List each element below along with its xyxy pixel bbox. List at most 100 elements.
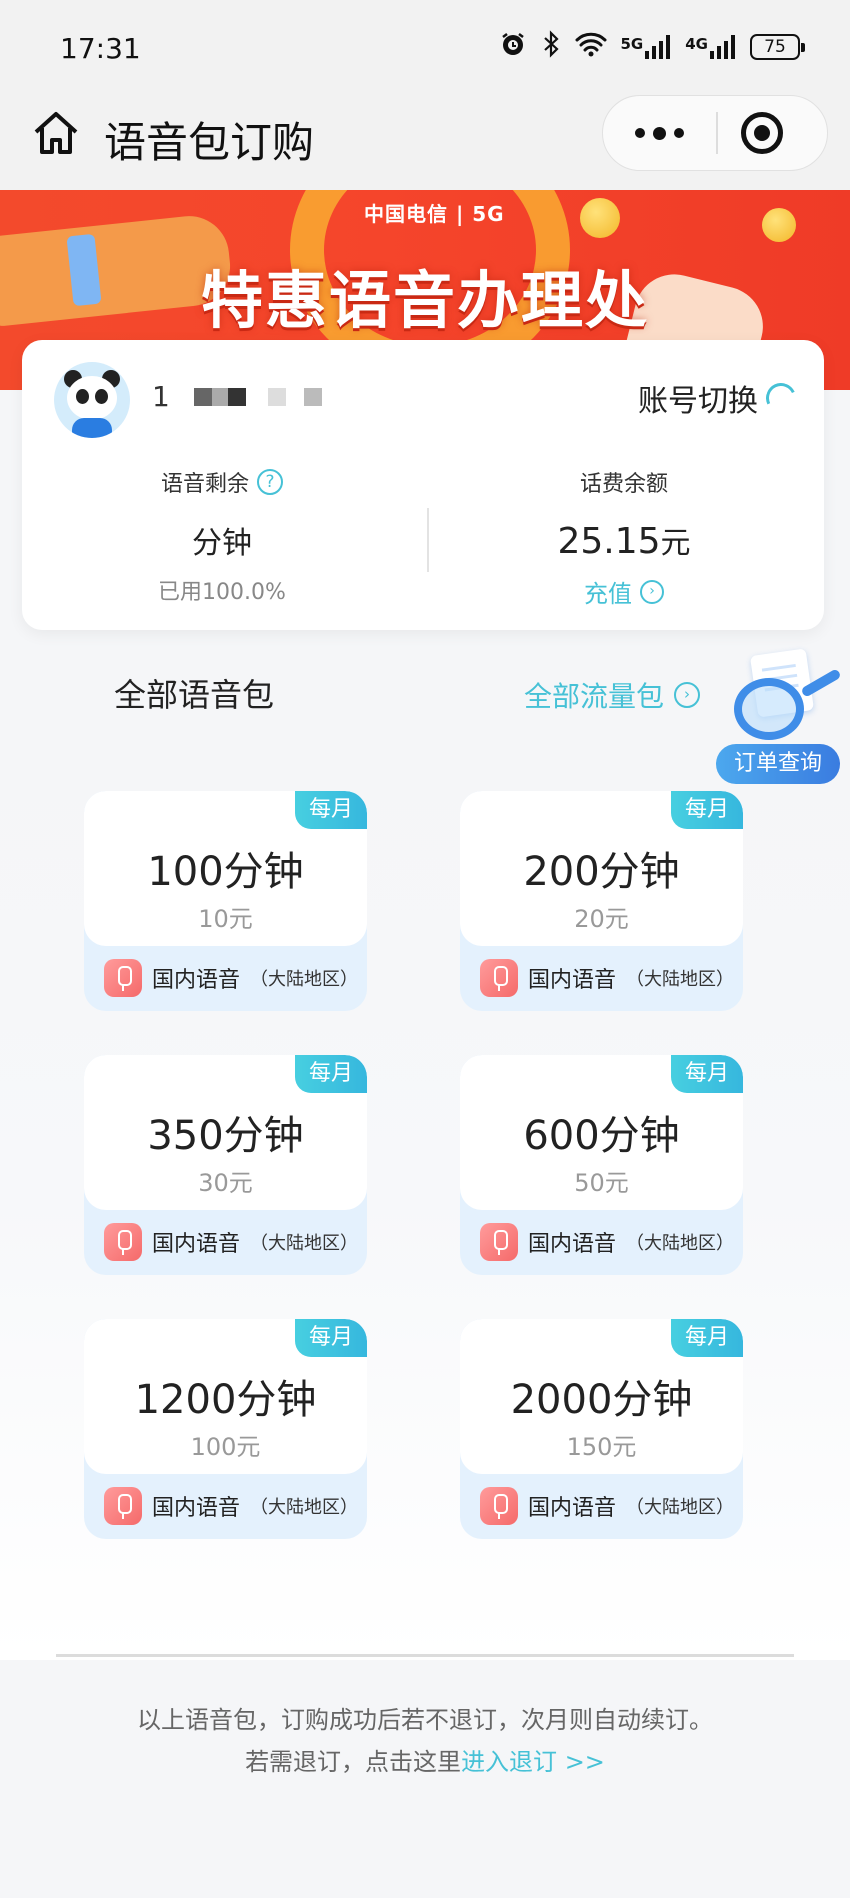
battery-level: 75 xyxy=(764,37,786,57)
microphone-icon xyxy=(104,1487,142,1525)
unsubscribe-prefix: 若需退订，点击这里 xyxy=(245,1748,462,1776)
package-minutes: 600分钟 xyxy=(523,1113,680,1159)
package-region: （大陆地区） xyxy=(250,1233,359,1254)
status-bar: 17:31 5G 4G 75 xyxy=(0,0,850,95)
avatar xyxy=(54,362,130,438)
magnifier-icon xyxy=(734,678,804,740)
voice-remaining-label-row: 语音剩余 ? xyxy=(161,466,283,498)
order-query-button[interactable]: 订单查询 xyxy=(716,648,846,784)
package-minutes: 2000分钟 xyxy=(510,1377,693,1423)
chevron-right-icon: › xyxy=(674,682,701,708)
package-foot: 国内语音 （大陆地区） xyxy=(104,958,358,998)
monthly-badge: 每月 xyxy=(671,1055,743,1093)
all-data-packages-link[interactable]: 全部流量包 › xyxy=(524,675,701,715)
switch-account-label: 账号切换 xyxy=(638,384,758,419)
banner-title: 特惠语音办理处 xyxy=(200,264,649,337)
balance-unit: 元 xyxy=(660,526,691,561)
voice-remaining-label: 语音剩余 xyxy=(160,472,249,497)
package-foot: 国内语音 （大陆地区） xyxy=(104,1222,358,1262)
panda-body xyxy=(72,418,112,438)
auto-renew-notice: 以上语音包，订购成功后若不退订，次月则自动续订。 xyxy=(137,1706,713,1734)
dot-icon xyxy=(635,128,645,138)
package-card[interactable]: 2000分钟 150元 每月 国内语音 （大陆地区） xyxy=(460,1319,743,1539)
voice-remaining-value: 分钟 xyxy=(192,526,252,561)
chevron-right-icon: › xyxy=(640,579,664,604)
dot-icon xyxy=(674,128,684,138)
package-price: 20元 xyxy=(574,905,629,933)
mini-program-capsule xyxy=(602,95,828,171)
monthly-badge: 每月 xyxy=(295,1055,367,1093)
package-price: 30元 xyxy=(198,1169,253,1197)
microphone-icon xyxy=(480,1487,518,1525)
page-title: 语音包订购 xyxy=(104,118,315,167)
balance-value: 25.15元 xyxy=(424,518,824,562)
coin-decoration xyxy=(762,208,796,242)
home-icon[interactable] xyxy=(30,108,82,160)
recharge-link[interactable]: 充值 › xyxy=(584,574,664,609)
recharge-label: 充值 xyxy=(584,580,632,608)
package-type: 国内语音 xyxy=(528,1232,617,1257)
switch-account-button[interactable]: 账号切换 xyxy=(638,376,801,420)
battery-icon: 75 xyxy=(750,34,805,60)
voice-used-percent: 已用100.0% xyxy=(158,580,286,605)
package-type: 国内语音 xyxy=(528,1496,617,1521)
microphone-icon xyxy=(480,959,518,997)
balance-label: 话费余额 xyxy=(579,472,668,497)
refresh-icon xyxy=(761,378,801,418)
package-card[interactable]: 600分钟 50元 每月 国内语音 （大陆地区） xyxy=(460,1055,743,1275)
package-minutes: 1200分钟 xyxy=(134,1377,317,1423)
close-mini-program-button[interactable] xyxy=(741,112,783,154)
monthly-badge: 每月 xyxy=(295,1319,367,1357)
package-region: （大陆地区） xyxy=(626,1233,735,1254)
coin-decoration xyxy=(580,198,620,238)
5g-signal-icon: 5G xyxy=(621,35,672,59)
nav-bar: 语音包订购 xyxy=(0,95,850,190)
masked-phone-digits xyxy=(194,388,322,406)
help-icon[interactable]: ? xyxy=(257,469,283,495)
package-region: （大陆地区） xyxy=(626,1497,735,1518)
wifi-icon xyxy=(575,31,607,63)
alarm-icon xyxy=(499,30,527,64)
voice-remaining-stat: 语音剩余 ? 分钟 已用100.0% xyxy=(22,466,422,606)
package-type: 国内语音 xyxy=(528,968,617,993)
package-minutes: 200分钟 xyxy=(523,849,680,895)
microphone-icon xyxy=(104,959,142,997)
unsubscribe-link[interactable]: 进入退订 >> xyxy=(461,1748,605,1776)
package-region: （大陆地区） xyxy=(626,969,735,990)
package-foot: 国内语音 （大陆地区） xyxy=(104,1486,358,1526)
package-price: 150元 xyxy=(566,1433,637,1461)
package-card[interactable]: 200分钟 20元 每月 国内语音 （大陆地区） xyxy=(460,791,743,1011)
package-price: 10元 xyxy=(198,905,253,933)
4g-signal-icon: 4G xyxy=(685,35,736,59)
telecom-logo: 中国电信 | 5G xyxy=(364,202,505,226)
package-price: 100元 xyxy=(190,1433,261,1461)
package-price: 50元 xyxy=(574,1169,629,1197)
all-data-packages-label: 全部流量包 xyxy=(524,680,665,713)
package-card[interactable]: 100分钟 10元 每月 国内语音 （大陆地区） xyxy=(84,791,367,1011)
monthly-badge: 每月 xyxy=(671,1319,743,1357)
microphone-icon xyxy=(104,1223,142,1261)
capsule-divider xyxy=(716,112,718,154)
panda-eye xyxy=(76,389,89,404)
monthly-badge: 每月 xyxy=(295,791,367,829)
package-region: （大陆地区） xyxy=(250,969,359,990)
package-foot: 国内语音 （大陆地区） xyxy=(480,1486,734,1526)
microphone-icon xyxy=(480,1223,518,1261)
more-button[interactable] xyxy=(603,96,716,170)
monthly-badge: 每月 xyxy=(671,791,743,829)
unsubscribe-notice: 若需退订，点击这里进入退订 >> xyxy=(0,1742,850,1777)
order-query-label: 订单查询 xyxy=(716,744,840,784)
panda-face xyxy=(67,376,117,420)
package-card[interactable]: 350分钟 30元 每月 国内语音 （大陆地区） xyxy=(84,1055,367,1275)
section-title: 全部语音包 xyxy=(114,676,275,714)
phone-number: 1 xyxy=(152,380,170,413)
balance-number: 25.15 xyxy=(557,521,661,562)
bluetooth-icon xyxy=(541,30,561,64)
4g-label: 4G xyxy=(685,35,708,53)
5g-label: 5G xyxy=(620,35,644,53)
package-foot: 国内语音 （大陆地区） xyxy=(480,958,734,998)
status-time: 17:31 xyxy=(60,32,141,65)
package-card[interactable]: 1200分钟 100元 每月 国内语音 （大陆地区） xyxy=(84,1319,367,1539)
package-type: 国内语音 xyxy=(152,968,241,993)
package-minutes: 100分钟 xyxy=(147,849,304,895)
